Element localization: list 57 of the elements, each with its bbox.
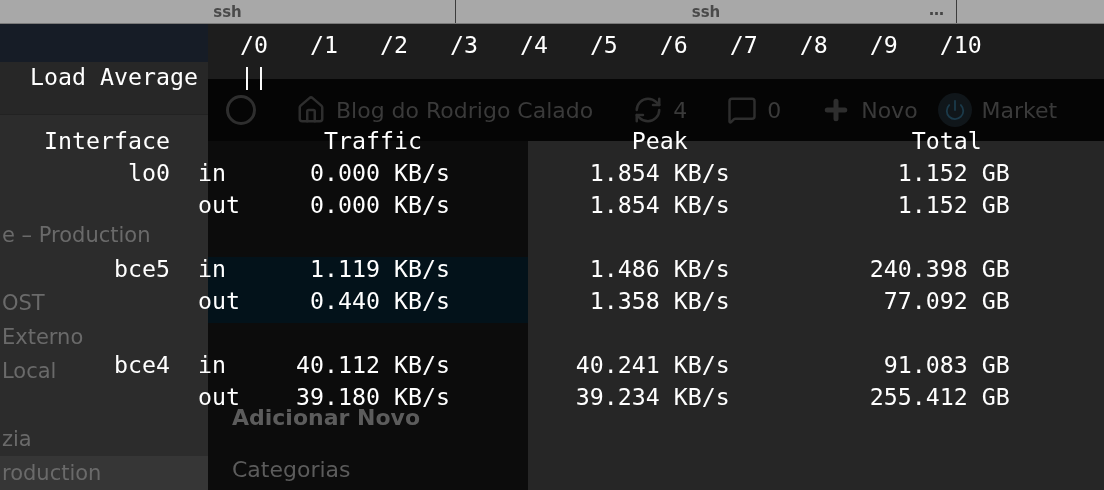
direction-label: out	[197, 287, 240, 314]
sidebar-item[interactable]: zia	[0, 422, 32, 456]
total-value: 77.092 GB	[883, 287, 1010, 314]
total-value: 1.152 GB	[897, 191, 1010, 218]
direction-label: in	[197, 351, 226, 378]
sidebar-item[interactable]: e – Production	[0, 218, 151, 252]
direction-label: in	[197, 255, 226, 282]
traffic-value: 0.000 KB/s	[309, 191, 450, 218]
total-value: 255.412 GB	[869, 383, 1010, 410]
overflow-label: …	[929, 1, 944, 19]
scale-label: /0	[239, 31, 268, 58]
comment-icon[interactable]	[727, 95, 758, 125]
direction-label: out	[197, 383, 240, 410]
sidebar-item[interactable]: Local	[0, 354, 57, 388]
scale-label: /3	[449, 31, 478, 58]
scale-label: /9	[869, 31, 898, 58]
power-icon[interactable]	[937, 93, 972, 127]
traffic-value: 39.180 KB/s	[295, 383, 450, 410]
interface-name: bce4	[113, 351, 170, 378]
traffic-value: 0.440 KB/s	[309, 287, 450, 314]
peak-value: 1.854 KB/s	[589, 159, 730, 186]
total-value: 1.152 GB	[897, 159, 1010, 186]
menu-item[interactable]: Categorias	[232, 457, 528, 483]
interface-name: lo0	[127, 159, 170, 186]
scale-label: /5	[589, 31, 618, 58]
interface-name: bce5	[113, 255, 170, 282]
sidebar-item[interactable]: Externo	[0, 320, 84, 354]
load-average-value: ||	[239, 62, 268, 92]
peak-value: 1.358 KB/s	[589, 287, 730, 314]
scale-label: /7	[729, 31, 758, 58]
scale-label: /10	[939, 31, 982, 58]
refresh-icon[interactable]	[633, 95, 664, 125]
scale-label: /2	[379, 31, 408, 58]
home-icon[interactable]	[296, 95, 326, 125]
column-header: Total	[911, 126, 982, 156]
terminal-tab[interactable]: ssh	[0, 0, 456, 23]
sidebar-item[interactable]: OST	[0, 286, 45, 320]
traffic-value: 40.112 KB/s	[295, 351, 450, 378]
scale-label: /6	[659, 31, 688, 58]
peak-value: 39.234 KB/s	[575, 383, 730, 410]
column-header: Interface	[44, 126, 170, 156]
scale-label: /4	[519, 31, 548, 58]
peak-value: 1.486 KB/s	[589, 255, 730, 282]
peak-value: 40.241 KB/s	[575, 351, 730, 378]
column-header: Peak	[631, 126, 688, 156]
traffic-value: 0.000 KB/s	[309, 159, 450, 186]
total-value: 91.083 GB	[883, 351, 1010, 378]
direction-label: out	[197, 191, 240, 218]
total-value: 240.398 GB	[869, 255, 1010, 282]
load-average-label: Load Average	[30, 63, 198, 90]
terminal-tab[interactable]: ssh …	[456, 0, 957, 23]
traffic-value: 1.119 KB/s	[309, 255, 450, 282]
direction-label: in	[197, 159, 226, 186]
scale-label: /1	[309, 31, 338, 58]
peak-value: 1.854 KB/s	[589, 191, 730, 218]
column-header: Traffic	[323, 126, 422, 156]
scale-label: /8	[799, 31, 828, 58]
